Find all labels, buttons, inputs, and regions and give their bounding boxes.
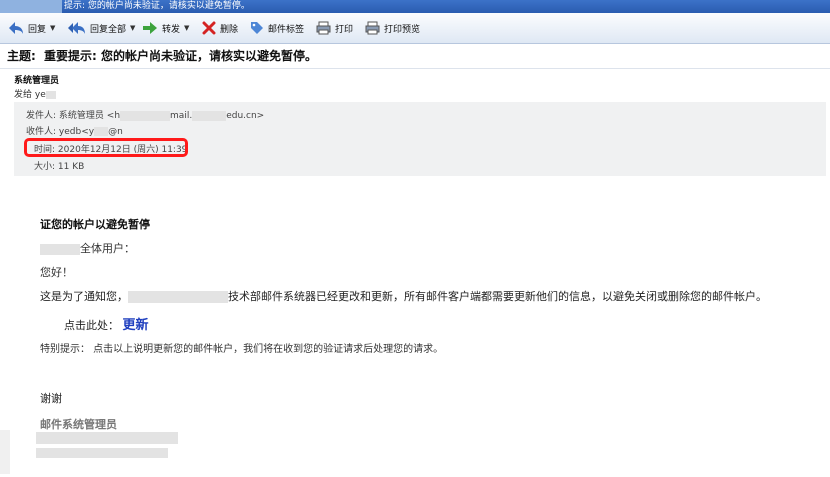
blurred-region (0, 430, 10, 474)
recipient-summary: 发给 ye (14, 87, 56, 100)
mail-body: 证您的帐户以避免暂停 全体用户： 您好！ 这是为了通知您， 技术部邮件系统器已经更… (0, 180, 830, 477)
click-here-row: 点击此处： 更新 (64, 314, 149, 333)
toolbar: 回复 ▼ 回复全部 ▼ 转发 ▼ 删除 邮件标签 打印 打印预览 (0, 13, 830, 44)
sender-summary: 系统管理员 发给 ye (8, 70, 830, 100)
tag-icon (251, 22, 263, 34)
reply-icon (9, 22, 23, 34)
forward-button[interactable]: 转发 ▼ (142, 20, 189, 36)
blurred-region (36, 432, 178, 458)
blurred-region (128, 291, 228, 303)
window-titlebar: 提示: 您的帐户尚未验证，请核实以避免暂停。 (0, 0, 830, 13)
body-heading: 证您的帐户以避免暂停 (40, 218, 150, 231)
printer-icon (316, 21, 331, 35)
to-value[interactable]: ye (35, 90, 46, 100)
from-name[interactable]: 系统管理员 <h (59, 111, 120, 121)
reply-label: 回复 (28, 24, 47, 35)
to-tail: @n (108, 127, 123, 137)
window-title: 提示: 您的帐户尚未验证，请核实以避免暂停。 (64, 1, 250, 11)
blurred-region (94, 127, 109, 136)
sender-name[interactable]: 系统管理员 (14, 73, 59, 86)
printer-icon (365, 21, 380, 35)
subject-label: 主题: (7, 49, 36, 63)
thanks-text: 谢谢 (40, 392, 62, 405)
subject-bar: 主题: 重要提示: 您的帐户尚未验证，请核实以避免暂停。 (0, 44, 830, 69)
print-label: 打印 (335, 24, 354, 35)
delete-button[interactable]: 删除 (202, 20, 238, 36)
blurred-region (120, 110, 171, 121)
chevron-down-icon[interactable]: ▼ (184, 24, 189, 32)
to-row: 收件人: yedb<y @n (26, 124, 123, 137)
size-value: 11 KB (57, 162, 85, 172)
from-label: 发件人: (26, 111, 57, 121)
forward-arrow-icon (143, 22, 157, 34)
size-row: 大小: 11 KB (34, 159, 84, 172)
chevron-down-icon[interactable]: ▼ (50, 24, 55, 32)
delete-label: 删除 (220, 24, 239, 35)
mail-tags-button[interactable]: 邮件标签 (250, 20, 304, 36)
blurred-region (45, 90, 56, 99)
from-row: 发件人: 系统管理员 <h mail. edu.cn> (26, 108, 264, 121)
notice-head: 这是为了通知您， (40, 290, 128, 303)
size-label: 大小: (34, 162, 56, 172)
to-label: 发给 (14, 90, 33, 100)
print-button[interactable]: 打印 (316, 20, 353, 36)
reply-all-label: 回复全部 (90, 24, 127, 35)
greeting: 全体用户： (40, 240, 135, 256)
print-preview-label: 打印预览 (384, 24, 421, 35)
hello-text: 您好！ (40, 266, 73, 279)
blurred-region (192, 110, 227, 121)
reply-all-icon (68, 22, 85, 34)
print-preview-button[interactable]: 打印预览 (365, 20, 420, 36)
time-highlight-box (24, 138, 188, 157)
update-link[interactable]: 更新 (123, 318, 149, 333)
mail-tags-label: 邮件标签 (268, 24, 305, 35)
from-mid: mail. (170, 111, 193, 121)
from-tail: edu.cn> (226, 111, 265, 121)
reply-all-button[interactable]: 回复全部 ▼ (68, 20, 135, 36)
delete-x-icon (202, 21, 216, 35)
click-label: 点击此处： (64, 319, 119, 332)
blurred-region (40, 243, 80, 255)
greeting-text: 全体用户： (80, 242, 135, 255)
subject-value: 重要提示: 您的帐户尚未验证，请核实以避免暂停。 (44, 49, 317, 63)
to-label: 收件人: (26, 127, 57, 137)
special-notice: 特别提示： 点击以上说明更新您的邮件帐户，我们将在收到您的验证请求后处理您的请求… (40, 344, 444, 355)
notice-tail: 技术部邮件系统器已经更改和更新，所有邮件客户端都需要更新他们的信息，以避免关闭或… (228, 290, 767, 303)
forward-label: 转发 (162, 24, 181, 35)
notice-paragraph: 这是为了通知您， 技术部邮件系统器已经更改和更新，所有邮件客户端都需要更新他们的信… (40, 288, 767, 304)
blurred-region (0, 0, 62, 13)
to-name[interactable]: yedb<y (59, 127, 94, 137)
signature-text: 邮件系统管理员 (40, 418, 117, 431)
reply-button[interactable]: 回复 ▼ (8, 20, 55, 36)
chevron-down-icon[interactable]: ▼ (130, 24, 135, 32)
